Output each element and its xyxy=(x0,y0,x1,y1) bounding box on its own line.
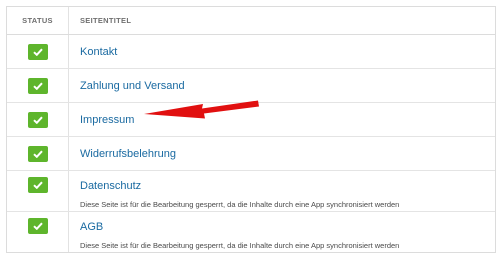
checkmark-icon xyxy=(27,111,48,128)
page-title-link[interactable]: Widerrufsbelehrung xyxy=(80,148,176,160)
checkmark-icon xyxy=(27,77,48,94)
status-column-header: STATUS xyxy=(7,7,69,34)
page-title-link[interactable]: Zahlung und Versand xyxy=(80,80,185,92)
checkmark-icon xyxy=(27,218,48,234)
page-title-link[interactable]: Datenschutz xyxy=(80,180,141,192)
checkmark-icon xyxy=(27,145,48,162)
pages-table: STATUS SEITENTITEL Kontakt Zahlung und V… xyxy=(6,6,496,253)
page-title-link[interactable]: Impressum xyxy=(80,114,134,126)
page-title-link[interactable]: Kontakt xyxy=(80,46,117,58)
title-column-header: SEITENTITEL xyxy=(80,16,132,25)
table-row: Kontakt xyxy=(7,35,495,69)
locked-note: Diese Seite ist für die Bearbeitung gesp… xyxy=(80,200,400,209)
table-row: Datenschutz Diese Seite ist für die Bear… xyxy=(7,171,495,212)
page-title-link[interactable]: AGB xyxy=(80,221,103,233)
table-row: Impressum xyxy=(7,103,495,137)
table-row: Widerrufsbelehrung xyxy=(7,137,495,171)
table-header: STATUS SEITENTITEL xyxy=(7,7,495,35)
locked-note: Diese Seite ist für die Bearbeitung gesp… xyxy=(80,241,400,250)
table-row: Zahlung und Versand xyxy=(7,69,495,103)
checkmark-icon xyxy=(27,43,48,60)
table-row: AGB Diese Seite ist für die Bearbeitung … xyxy=(7,212,495,252)
checkmark-icon xyxy=(27,177,48,193)
